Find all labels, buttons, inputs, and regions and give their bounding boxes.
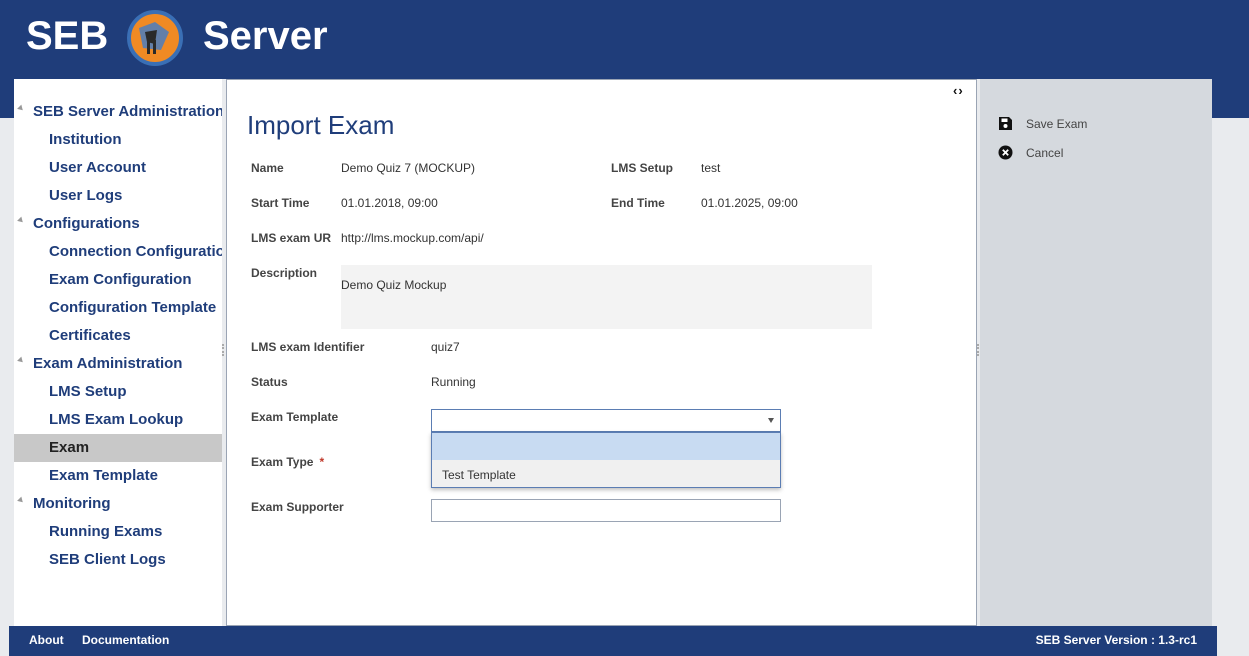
nav-category-label: SEB Server Administration [33, 103, 223, 120]
lms-setup-label: LMS Setup [611, 161, 673, 175]
lms-url-label: LMS exam UR [251, 231, 332, 245]
nav-item-label: LMS Setup [49, 383, 127, 400]
lms-setup-value: test [701, 161, 721, 175]
panel-toggle-icon[interactable]: ‹› [953, 83, 964, 98]
description-value: Demo Quiz Mockup [341, 278, 447, 292]
footer-bar: About Documentation SEB Server Version :… [9, 626, 1217, 656]
end-time-value: 01.01.2025, 09:00 [701, 196, 798, 210]
nav-category-monitoring[interactable]: Monitoring [14, 490, 223, 518]
expand-triangle-icon[interactable] [17, 216, 25, 225]
nav-item-certificates[interactable]: Certificates [14, 322, 223, 350]
nav-item-configuration-template[interactable]: Configuration Template [14, 294, 223, 322]
nav-category-label: Exam Administration [33, 355, 183, 372]
navigation-tree: SEB Server Administration Institution Us… [14, 79, 223, 626]
expand-triangle-icon[interactable] [17, 104, 25, 113]
nav-category-configurations[interactable]: Configurations [14, 210, 223, 238]
exam-supporter-label: Exam Supporter [251, 500, 344, 514]
action-panel: Save Exam Cancel [980, 79, 1212, 626]
expand-triangle-icon[interactable] [17, 356, 25, 365]
nav-item-label: Configuration Template [49, 299, 217, 316]
page-title: Import Exam [247, 110, 395, 140]
end-time-label: End Time [611, 196, 665, 210]
logo-text-seb: SEB [26, 14, 109, 58]
expand-triangle-icon[interactable] [17, 496, 25, 505]
dropdown-option-empty[interactable] [432, 433, 780, 460]
status-value: Running [431, 375, 476, 389]
nav-item-label: Running Exams [49, 523, 163, 540]
nav-item-label: Exam Configuration [49, 271, 192, 288]
exam-supporter-input[interactable] [431, 499, 781, 522]
nav-category-seb-server-administration[interactable]: SEB Server Administration [14, 98, 223, 126]
nav-item-label: LMS Exam Lookup [49, 411, 184, 428]
dropdown-option-test-template[interactable]: Test Template [432, 460, 780, 487]
nav-item-label: User Account [49, 159, 146, 176]
nav-category-exam-administration[interactable]: Exam Administration [14, 350, 223, 378]
description-box: Demo Quiz Mockup [341, 265, 872, 329]
nav-item-running-exams[interactable]: Running Exams [14, 518, 223, 546]
description-label: Description [251, 266, 318, 280]
about-link[interactable]: About [29, 633, 64, 647]
lms-url-value: http://lms.mockup.com/api/ [341, 231, 484, 245]
nav-item-label: Exam [49, 439, 90, 456]
nav-item-exam[interactable]: Exam [14, 434, 223, 462]
nav-item-institution[interactable]: Institution [14, 126, 223, 154]
nav-item-label: Institution [49, 131, 122, 148]
nav-item-label: Exam Template [49, 467, 158, 484]
nav-item-connection-configuration[interactable]: Connection Configuration [14, 238, 223, 266]
name-value: Demo Quiz 7 (MOCKUP) [341, 161, 476, 175]
content-panel: ‹› Import Exam Name Demo Quiz 7 (MOCKUP)… [226, 79, 977, 626]
nav-item-label: Certificates [49, 327, 131, 344]
nav-item-user-logs[interactable]: User Logs [14, 182, 223, 210]
lms-identifier-label: LMS exam Identifier [251, 340, 365, 354]
seb-logo-icon [127, 10, 183, 66]
chevron-down-icon[interactable] [768, 418, 774, 423]
save-icon [999, 117, 1012, 130]
start-time-value: 01.01.2018, 09:00 [341, 196, 438, 210]
exam-type-label-text: Exam Type [251, 455, 314, 469]
status-label: Status [251, 375, 288, 389]
exam-template-select[interactable] [431, 409, 781, 432]
option-label: Test Template [442, 468, 516, 482]
cancel-icon [998, 145, 1013, 160]
name-label: Name [251, 161, 284, 175]
cancel-label: Cancel [1026, 146, 1064, 160]
nav-item-label: SEB Client Logs [49, 551, 166, 568]
exam-template-dropdown: Test Template [431, 432, 781, 488]
documentation-link[interactable]: Documentation [82, 633, 169, 647]
start-time-label: Start Time [251, 196, 310, 210]
nav-category-label: Monitoring [33, 495, 111, 512]
nav-item-label: User Logs [49, 187, 123, 204]
nav-category-label: Configurations [33, 215, 140, 232]
required-marker: * [319, 455, 325, 469]
logo-text-server: Server [203, 14, 328, 58]
exam-template-label: Exam Template [251, 410, 339, 424]
nav-item-exam-template[interactable]: Exam Template [14, 462, 223, 490]
nav-item-user-account[interactable]: User Account [14, 154, 223, 182]
nav-item-label: Connection Configuration [49, 243, 223, 260]
save-exam-label: Save Exam [1026, 117, 1088, 131]
lms-identifier-value: quiz7 [431, 340, 460, 354]
version-text: SEB Server Version : 1.3-rc1 [1035, 633, 1197, 647]
nav-item-seb-client-logs[interactable]: SEB Client Logs [14, 546, 223, 574]
nav-item-exam-configuration[interactable]: Exam Configuration [14, 266, 223, 294]
nav-item-lms-setup[interactable]: LMS Setup [14, 378, 223, 406]
exam-type-label: Exam Type * [251, 455, 324, 469]
nav-item-lms-exam-lookup[interactable]: LMS Exam Lookup [14, 406, 223, 434]
